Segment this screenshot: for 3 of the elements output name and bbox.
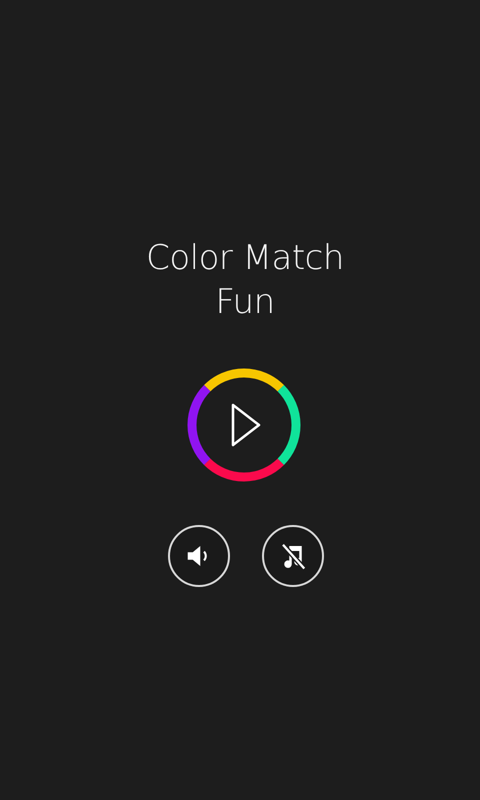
game-title: Color Match — [146, 237, 344, 280]
play-icon — [232, 404, 260, 446]
game-title: Fun — [215, 281, 275, 324]
